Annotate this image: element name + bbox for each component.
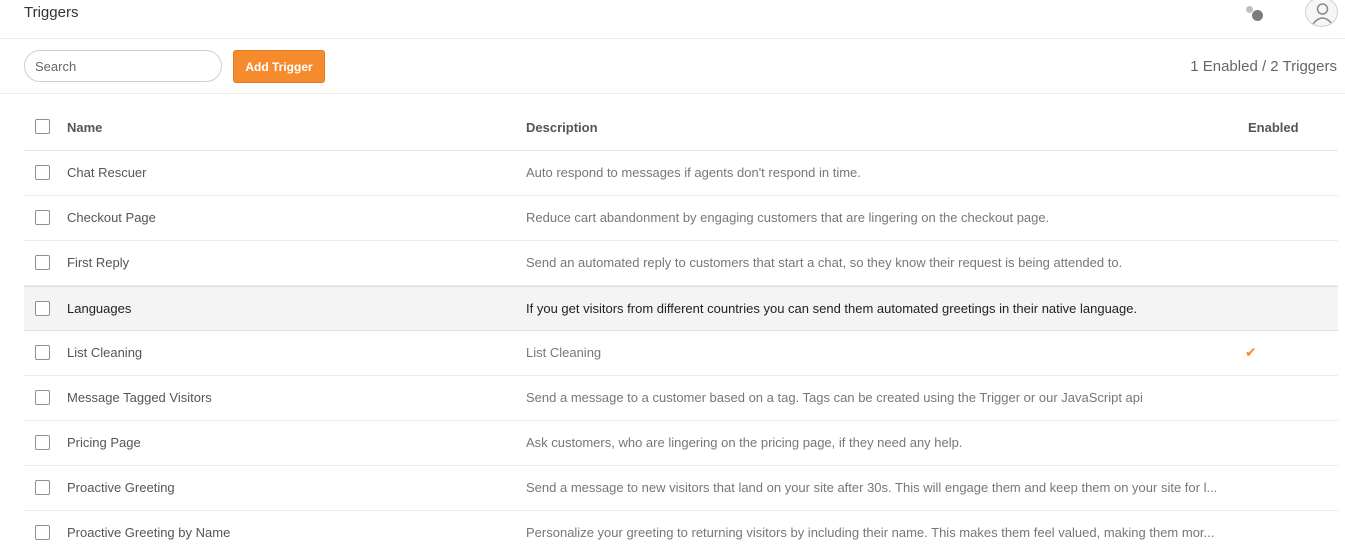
apps-icon[interactable] — [1243, 4, 1267, 22]
trigger-name[interactable]: First Reply — [67, 255, 129, 270]
column-name[interactable]: Name — [67, 120, 102, 135]
table-row[interactable]: Checkout Page Reduce cart abandonment by … — [24, 196, 1338, 241]
user-avatar-icon[interactable] — [1305, 0, 1338, 27]
row-checkbox[interactable] — [35, 301, 50, 316]
trigger-description: Reduce cart abandonment by engaging cust… — [526, 210, 1050, 225]
table-row[interactable]: Chat Rescuer Auto respond to messages if … — [24, 151, 1338, 196]
search-input[interactable] — [24, 50, 222, 82]
trigger-name[interactable]: Pricing Page — [67, 435, 141, 450]
row-checkbox[interactable] — [35, 165, 50, 180]
table-row[interactable]: List Cleaning List Cleaning ✔ — [24, 331, 1338, 376]
trigger-name[interactable]: Proactive Greeting by Name — [67, 525, 230, 540]
trigger-description: List Cleaning — [526, 345, 602, 360]
trigger-description: Personalize your greeting to returning v… — [526, 525, 1215, 540]
table-row[interactable]: Proactive Greeting Send a message to new … — [24, 466, 1338, 511]
select-all-checkbox[interactable] — [35, 119, 50, 134]
trigger-description: Auto respond to messages if agents don't… — [526, 165, 861, 180]
trigger-name[interactable]: Proactive Greeting — [67, 480, 175, 495]
row-checkbox[interactable] — [35, 390, 50, 405]
table-row[interactable]: Proactive Greeting by Name Personalize yo… — [24, 511, 1338, 553]
row-checkbox[interactable] — [35, 480, 50, 495]
toolbar: Add Trigger 1 Enabled / 2 Triggers — [0, 39, 1345, 94]
trigger-description: Send an automated reply to customers tha… — [526, 255, 1123, 270]
trigger-name[interactable]: Checkout Page — [67, 210, 156, 225]
row-checkbox[interactable] — [35, 345, 50, 360]
row-checkbox[interactable] — [35, 435, 50, 450]
trigger-name[interactable]: Languages — [67, 301, 131, 316]
row-checkbox[interactable] — [35, 525, 50, 540]
trigger-description: Ask customers, who are lingering on the … — [526, 435, 963, 450]
column-enabled[interactable]: Enabled — [1248, 120, 1299, 135]
trigger-description: If you get visitors from different count… — [526, 301, 1138, 316]
row-checkbox[interactable] — [35, 255, 50, 270]
table-row[interactable]: Pricing Page Ask customers, who are linge… — [24, 421, 1338, 466]
triggers-table: Name Description Enabled Chat Rescuer Aut… — [24, 104, 1338, 553]
top-bar: Triggers — [0, 0, 1345, 39]
add-trigger-button[interactable]: Add Trigger — [233, 50, 325, 83]
trigger-name[interactable]: Message Tagged Visitors — [67, 390, 212, 405]
table-row[interactable]: First Reply Send an automated reply to cu… — [24, 241, 1338, 286]
column-description[interactable]: Description — [526, 120, 598, 135]
trigger-description: Send a message to a customer based on a … — [526, 390, 1143, 405]
table-header: Name Description Enabled — [24, 104, 1338, 151]
trigger-name[interactable]: List Cleaning — [67, 345, 142, 360]
trigger-name[interactable]: Chat Rescuer — [67, 165, 146, 180]
enabled-check-icon: ✔ — [1245, 344, 1257, 360]
trigger-count: 1 Enabled / 2 Triggers — [1190, 58, 1337, 75]
row-checkbox[interactable] — [35, 210, 50, 225]
table-row[interactable]: Languages If you get visitors from differ… — [24, 286, 1338, 331]
trigger-description: Send a message to new visitors that land… — [526, 480, 1218, 495]
page-title: Triggers — [24, 4, 79, 21]
table-row[interactable]: Message Tagged Visitors Send a message to… — [24, 376, 1338, 421]
